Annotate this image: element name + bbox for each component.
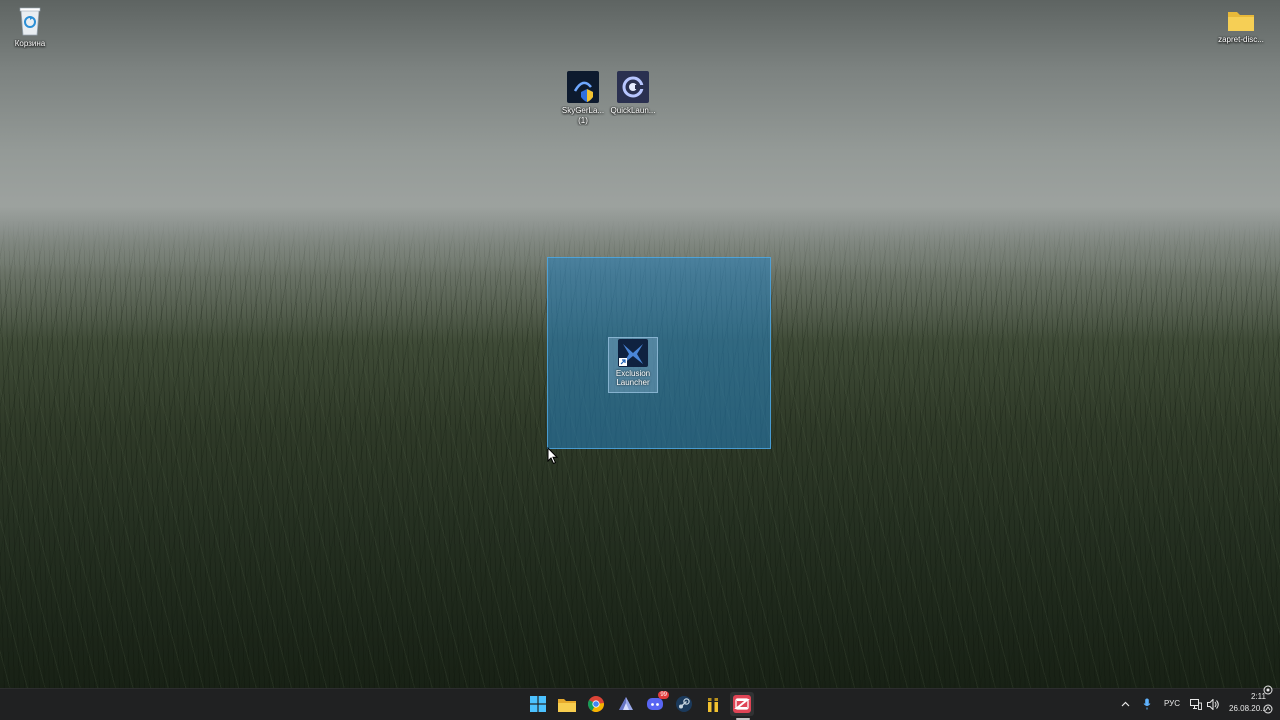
input-language-indicator[interactable]: РУС bbox=[1164, 699, 1180, 708]
capcut-icon bbox=[733, 695, 751, 713]
skyger-label-line2: (1) bbox=[578, 116, 588, 125]
recycle-bin-label: Корзина bbox=[14, 39, 46, 48]
selection-rectangle bbox=[547, 257, 771, 449]
exclusion-launcher-shortcut[interactable]: Exclusion Launcher bbox=[608, 337, 658, 393]
discord-button[interactable]: 99 bbox=[643, 691, 669, 716]
notification-center-icon[interactable] bbox=[1262, 703, 1274, 715]
mouse-cursor-icon bbox=[547, 446, 559, 465]
taskbar bbox=[0, 688, 1280, 720]
capcut-button[interactable] bbox=[730, 692, 754, 716]
exclusion-label-line1: Exclusion bbox=[615, 369, 651, 378]
skyger-launcher-icon bbox=[567, 71, 599, 103]
zapret-folder-shortcut[interactable]: zapret-disc... bbox=[1211, 8, 1271, 45]
quick-launcher-shortcut[interactable]: QuickLaun... bbox=[603, 71, 663, 116]
game-launcher-icon bbox=[708, 698, 718, 712]
steam-button[interactable] bbox=[672, 692, 696, 716]
exclusion-label-line2: Launcher bbox=[616, 378, 650, 387]
steam-icon bbox=[676, 696, 692, 712]
file-explorer-icon bbox=[558, 698, 576, 712]
folder-label: zapret-disc... bbox=[1218, 35, 1264, 44]
chrome-icon bbox=[588, 696, 604, 712]
folder-icon bbox=[1227, 8, 1255, 32]
file-explorer-button[interactable] bbox=[555, 692, 579, 716]
volume-icon[interactable] bbox=[1207, 698, 1219, 710]
game-launcher-button[interactable] bbox=[701, 692, 725, 716]
microphone-icon[interactable] bbox=[1141, 698, 1153, 710]
discord-notification-badge: 99 bbox=[658, 691, 669, 699]
tray-overflow-chevron-icon[interactable] bbox=[1119, 698, 1131, 710]
quick-launcher-icon bbox=[617, 71, 649, 103]
prism-launcher-icon bbox=[619, 697, 633, 710]
start-button[interactable] bbox=[526, 692, 550, 716]
prism-launcher-button[interactable] bbox=[614, 692, 638, 716]
exclusion-launcher-icon bbox=[617, 339, 649, 369]
recycle-bin-shortcut[interactable]: Корзина bbox=[0, 6, 60, 49]
focus-assist-icon[interactable] bbox=[1262, 684, 1274, 696]
discord-icon bbox=[647, 698, 663, 710]
chrome-button[interactable] bbox=[584, 692, 608, 716]
network-icon[interactable] bbox=[1190, 698, 1202, 710]
quick-launcher-label: QuickLaun... bbox=[610, 106, 656, 115]
recycle-bin-icon bbox=[18, 6, 42, 36]
start-icon bbox=[530, 696, 546, 712]
